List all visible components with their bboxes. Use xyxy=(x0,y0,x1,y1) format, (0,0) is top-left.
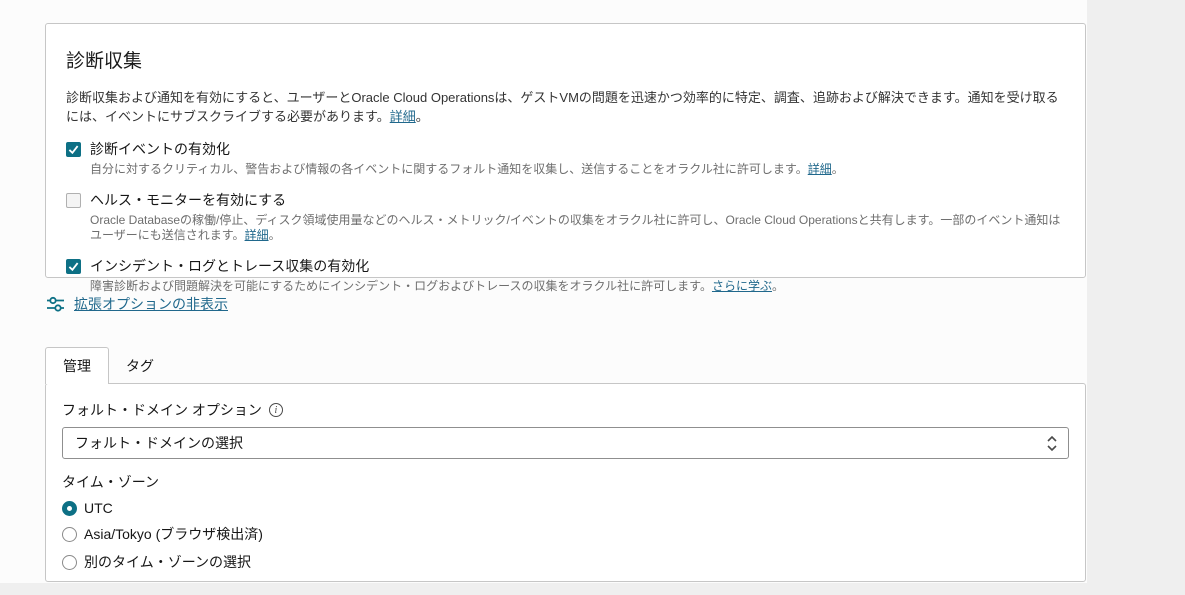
diagnostics-collection-panel: 診断収集 診断収集および通知を有効にすると、ユーザーとOracle Cloud … xyxy=(45,23,1086,278)
fault-domain-select-value: フォルト・ドメインの選択 xyxy=(75,433,243,453)
tab-management[interactable]: 管理 xyxy=(45,347,109,384)
management-tab-panel: フォルト・ドメイン オプション i フォルト・ドメインの選択 タイム・ゾーン U… xyxy=(45,383,1086,582)
advanced-options-toggle[interactable]: 拡張オプションの非表示 xyxy=(46,294,228,314)
tab-tags[interactable]: タグ xyxy=(109,347,171,384)
health-monitor-checkbox[interactable] xyxy=(66,193,81,208)
description-link-suffix: 。 xyxy=(416,109,429,124)
link-suffix: 。 xyxy=(269,228,281,242)
link-suffix: 。 xyxy=(832,162,844,176)
incident-log-trace-description: 障害診断および問題解決を可能にするためにインシデント・ログおよびトレースの収集を… xyxy=(90,279,1065,294)
diagnostic-events-details-link[interactable]: 詳細 xyxy=(808,162,832,176)
incident-log-trace-checkbox[interactable] xyxy=(66,259,81,274)
radio-asia-tokyo[interactable] xyxy=(62,527,77,542)
diagnostic-events-label: 診断イベントの有効化 xyxy=(90,139,230,159)
diagnostic-events-description: 自分に対するクリティカル、警告および情報の各イベントに関するフォルト通知を収集し… xyxy=(90,162,1065,177)
time-zone-label: タイム・ゾーン xyxy=(62,472,1069,492)
time-zone-option-other[interactable]: 別のタイム・ゾーンの選択 xyxy=(62,552,1069,572)
diagnostic-events-description-text: 自分に対するクリティカル、警告および情報の各イベントに関するフォルト通知を収集し… xyxy=(90,162,808,176)
incident-log-trace-description-text: 障害診断および問題解決を可能にするためにインシデント・ログおよびトレースの収集を… xyxy=(90,279,712,293)
radio-utc-label: UTC xyxy=(84,500,113,516)
health-monitor-description-text: Oracle Databaseの稼働/停止、ディスク領域使用量などのヘルス・メト… xyxy=(90,213,1060,242)
fault-domain-select[interactable]: フォルト・ドメインの選択 xyxy=(62,427,1069,459)
select-chevrons-icon xyxy=(1046,435,1058,452)
time-zone-option-asia-tokyo[interactable]: Asia/Tokyo (ブラウザ検出済) xyxy=(62,524,1069,544)
diagnostics-panel-title: 診断収集 xyxy=(66,46,1065,73)
check-icon xyxy=(68,144,79,155)
tab-bar: 管理 タグ xyxy=(45,347,171,384)
health-monitor-description: Oracle Databaseの稼働/停止、ディスク領域使用量などのヘルス・メト… xyxy=(90,213,1065,243)
incident-log-trace-label: インシデント・ログとトレース収集の有効化 xyxy=(90,256,369,276)
info-icon[interactable]: i xyxy=(269,403,283,417)
link-suffix: 。 xyxy=(772,279,784,293)
incident-log-trace-row: インシデント・ログとトレース収集の有効化 障害診断および問題解決を可能にするため… xyxy=(66,256,1065,294)
sliders-icon xyxy=(46,295,65,314)
fault-domain-field-label: フォルト・ドメイン オプション i xyxy=(62,400,1069,420)
diagnostic-events-row: 診断イベントの有効化 自分に対するクリティカル、警告および情報の各イベントに関す… xyxy=(66,139,1065,177)
radio-other-time-zone[interactable] xyxy=(62,555,77,570)
advanced-options-link[interactable]: 拡張オプションの非表示 xyxy=(74,294,228,314)
content-canvas: 診断収集 診断収集および通知を有効にすると、ユーザーとOracle Cloud … xyxy=(0,0,1087,583)
fault-domain-label: フォルト・ドメイン オプション xyxy=(62,400,262,420)
diagnostic-events-checkbox[interactable] xyxy=(66,142,81,157)
health-monitor-details-link[interactable]: 詳細 xyxy=(245,228,269,242)
diagnostics-panel-description: 診断収集および通知を有効にすると、ユーザーとOracle Cloud Opera… xyxy=(66,88,1066,126)
check-icon xyxy=(68,261,79,272)
time-zone-option-utc[interactable]: UTC xyxy=(62,500,1069,516)
health-monitor-label: ヘルス・モニターを有効にする xyxy=(90,190,286,210)
diagnostics-description-text: 診断収集および通知を有効にすると、ユーザーとOracle Cloud Opera… xyxy=(66,90,1059,124)
radio-utc[interactable] xyxy=(62,501,77,516)
health-monitor-row: ヘルス・モニターを有効にする Oracle Databaseの稼働/停止、ディス… xyxy=(66,190,1065,243)
diagnostics-description-details-link[interactable]: 詳細 xyxy=(390,109,416,124)
radio-other-time-zone-label: 別のタイム・ゾーンの選択 xyxy=(84,552,251,572)
incident-log-trace-learn-more-link[interactable]: さらに学ぶ xyxy=(712,279,772,293)
radio-asia-tokyo-label: Asia/Tokyo (ブラウザ検出済) xyxy=(84,524,263,544)
